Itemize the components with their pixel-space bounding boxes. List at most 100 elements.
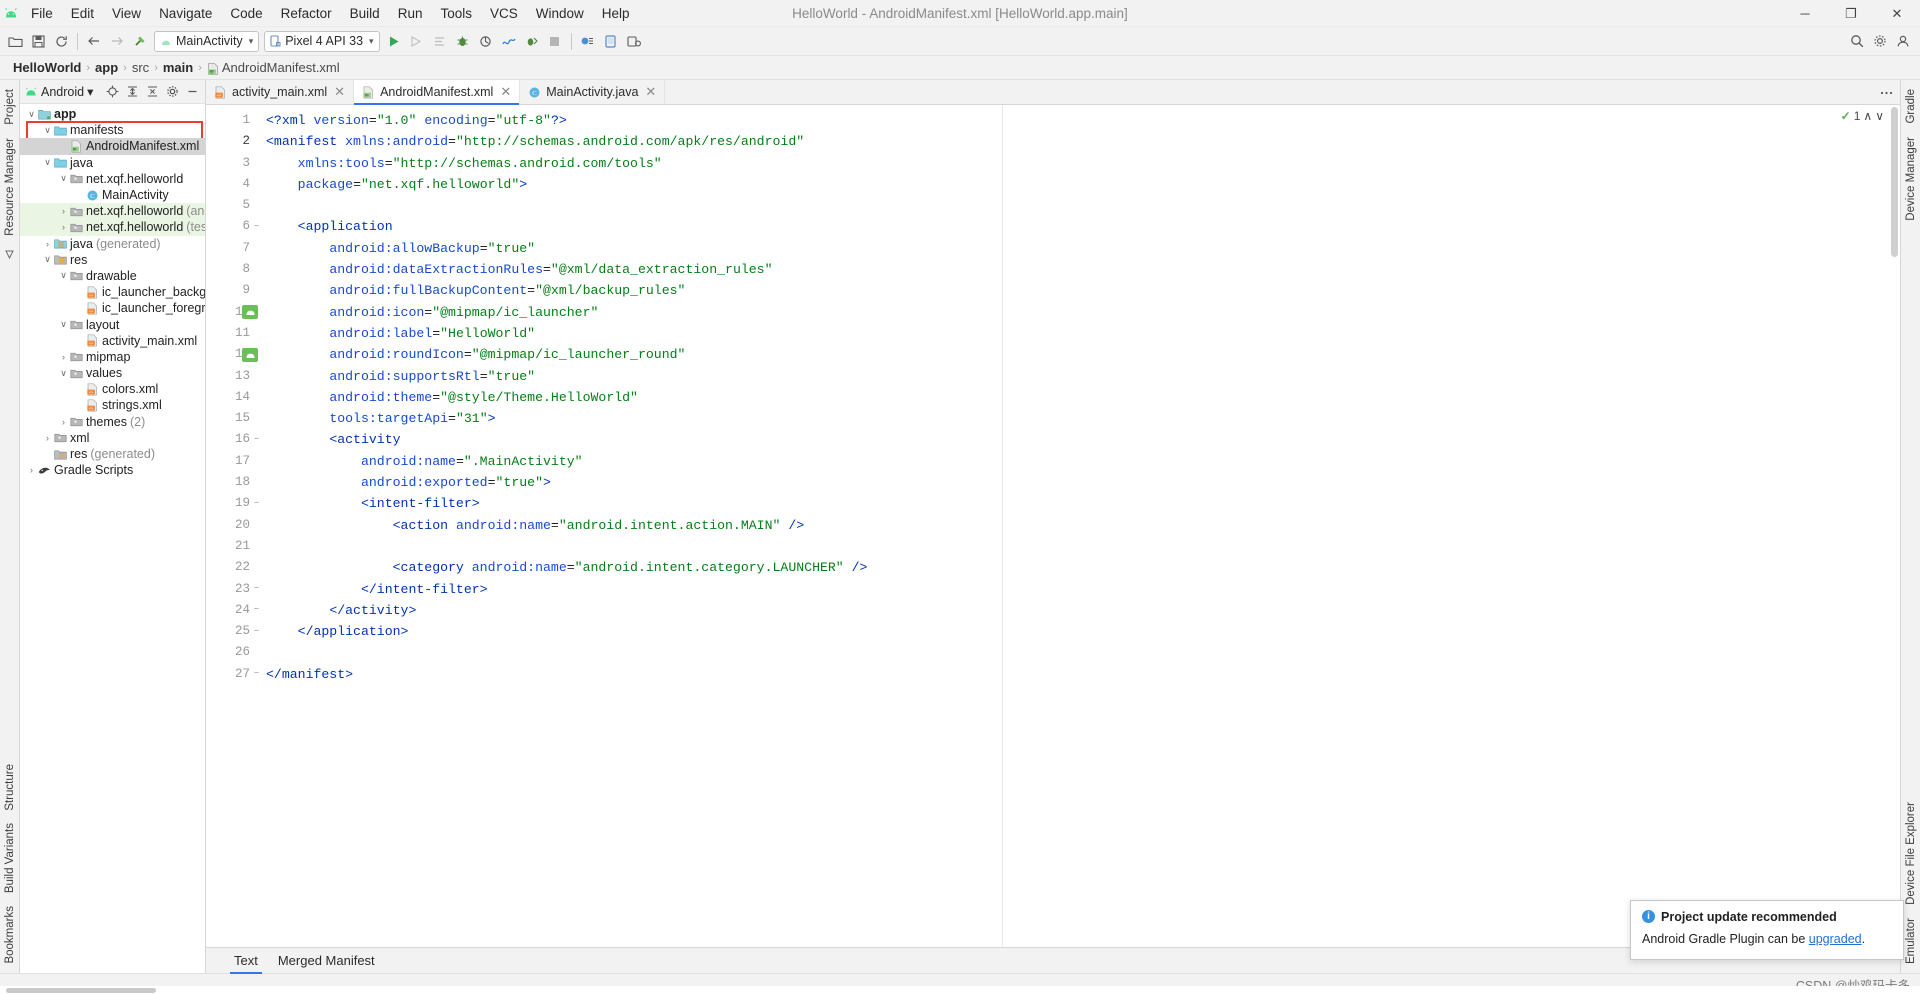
tree-item-net-xqf-helloworld[interactable]: ∨ net.xqf.helloworld [20, 171, 205, 187]
project-tree-hscrollbar[interactable] [0, 986, 1920, 995]
chevron-right-icon[interactable]: › [58, 352, 69, 362]
expand-all-icon[interactable] [123, 83, 141, 101]
menu-edit[interactable]: Edit [62, 0, 103, 26]
line-number-gutter[interactable]: 123456−78910111213141516−171819−20212223… [206, 105, 262, 947]
device-manager-icon[interactable] [623, 30, 645, 53]
back-arrow-icon[interactable] [83, 30, 105, 53]
tree-item-mainactivity[interactable]: C MainActivity [20, 187, 205, 203]
inspection-prev-icon[interactable]: ∧ [1863, 109, 1872, 123]
tree-item-res[interactable]: ∨ res [20, 252, 205, 268]
code-fold-icon[interactable]: − [252, 605, 261, 615]
tree-item-manifests[interactable]: ∨ manifests [20, 122, 205, 138]
code-line[interactable]: android:theme="@style/Theme.HelloWorld" [262, 387, 1900, 408]
tree-item-activity-main-xml[interactable]: <> activity_main.xml [20, 333, 205, 349]
stop-icon[interactable] [544, 30, 566, 53]
code-line[interactable]: </activity> [262, 600, 1900, 621]
sidebar-item-emulator[interactable]: Emulator [1903, 913, 1919, 969]
tree-item-xml[interactable]: › xml [20, 430, 205, 446]
code-line[interactable]: android:dataExtractionRules="@xml/data_e… [262, 259, 1900, 280]
inspection-next-icon[interactable]: ∨ [1875, 109, 1884, 123]
select-opened-file-icon[interactable] [103, 83, 121, 101]
account-icon[interactable] [1892, 30, 1914, 53]
code-line[interactable]: xmlns:tools="http://schemas.android.com/… [262, 153, 1900, 174]
code-line[interactable]: </intent-filter> [262, 579, 1900, 600]
chevron-right-icon[interactable]: › [42, 239, 53, 249]
chevron-down-icon[interactable]: ∨ [42, 254, 53, 265]
breadcrumb-project[interactable]: HelloWorld [8, 60, 86, 75]
chevron-right-icon[interactable]: › [58, 206, 69, 216]
save-all-icon[interactable] [27, 30, 49, 53]
editor-tab-mainactivity-java[interactable]: C MainActivity.java ✕ [520, 80, 666, 104]
tree-item-mipmap[interactable]: › mipmap [20, 349, 205, 365]
code-line[interactable]: <?xml version="1.0" encoding="utf-8"?> [262, 110, 1900, 131]
chevron-right-icon[interactable]: › [42, 433, 53, 443]
resource-preview-icon[interactable] [242, 305, 258, 320]
device-selector[interactable]: Pixel 4 API 33 ▾ [264, 30, 380, 52]
chevron-down-icon[interactable]: ∨ [58, 368, 69, 379]
close-icon[interactable]: ✕ [334, 84, 345, 100]
profiler-icon[interactable] [498, 30, 520, 53]
chevron-down-icon[interactable]: ∨ [58, 270, 69, 281]
chevron-down-icon[interactable]: ∨ [58, 319, 69, 330]
tree-item-ic-launcher-foreground[interactable]: <>ic_launcher_foreground [20, 300, 205, 316]
code-fold-icon[interactable]: − [252, 499, 261, 508]
gear-icon[interactable] [1869, 30, 1891, 53]
search-icon[interactable] [1846, 30, 1868, 53]
tree-item-strings-xml[interactable]: <> strings.xml [20, 397, 205, 413]
debug-icon[interactable] [452, 30, 474, 53]
tree-item-gradle-scripts[interactable]: › Gradle Scripts [20, 462, 205, 478]
attach-debugger-icon[interactable] [521, 30, 543, 53]
tree-item-androidmanifest-xml[interactable]: MF AndroidManifest.xml [20, 138, 205, 155]
chevron-down-icon[interactable]: ∨ [26, 109, 37, 120]
code-line[interactable]: package="net.xqf.helloworld"> [262, 174, 1900, 195]
code-line[interactable]: android:icon="@mipmap/ic_launcher" [262, 302, 1900, 323]
chevron-down-icon[interactable]: ∨ [42, 125, 53, 136]
close-icon[interactable]: ✕ [500, 84, 511, 100]
menu-tools[interactable]: Tools [431, 0, 481, 26]
sdk-manager-icon[interactable] [577, 30, 599, 53]
code-line[interactable]: </manifest> [262, 664, 1900, 685]
hide-panel-icon[interactable] [183, 83, 201, 101]
sidebar-item-gradle[interactable]: Gradle [1903, 84, 1919, 129]
code-content[interactable]: <?xml version="1.0" encoding="utf-8"?> <m… [262, 105, 1900, 947]
tree-item-java[interactable]: › java (generated) [20, 236, 205, 252]
sidebar-item-structure[interactable]: Structure [2, 759, 18, 816]
editor-vertical-scrollbar[interactable] [1888, 105, 1900, 947]
close-icon[interactable]: ✕ [645, 84, 656, 100]
code-fold-icon[interactable]: − [252, 435, 261, 445]
editor-bottom-tab-text[interactable]: Text [224, 948, 268, 974]
minimize-button[interactable]: ─ [1782, 0, 1828, 27]
resource-preview-icon[interactable] [242, 347, 258, 362]
code-line[interactable] [262, 536, 1900, 557]
code-editor[interactable]: 123456−78910111213141516−171819−20212223… [206, 105, 1900, 947]
code-fold-icon[interactable]: − [252, 222, 261, 232]
breadcrumb-main[interactable]: main [158, 60, 198, 75]
chevron-down-icon[interactable]: ∨ [58, 173, 69, 184]
breadcrumb-src[interactable]: src [127, 60, 154, 75]
sync-gradle-icon[interactable] [50, 30, 72, 53]
menu-file[interactable]: File [22, 0, 62, 26]
ant-icon[interactable] [2, 244, 17, 265]
editor-tab-options-icon[interactable] [1879, 80, 1894, 105]
menu-window[interactable]: Window [527, 0, 593, 26]
apply-changes-icon[interactable] [406, 30, 428, 53]
tree-item-layout[interactable]: ∨ layout [20, 316, 205, 332]
code-line[interactable] [262, 642, 1900, 663]
menu-refactor[interactable]: Refactor [272, 0, 341, 26]
build-hammer-icon[interactable] [129, 30, 151, 53]
code-line[interactable]: android:name=".MainActivity" [262, 451, 1900, 472]
code-line[interactable]: <application [262, 216, 1900, 237]
breadcrumb-module[interactable]: app [90, 60, 123, 75]
menu-view[interactable]: View [103, 0, 150, 26]
editor-tab-androidmanifest-xml[interactable]: MF AndroidManifest.xml ✕ [354, 80, 521, 105]
sidebar-item-bookmarks[interactable]: Bookmarks [2, 901, 18, 969]
tree-item-drawable[interactable]: ∨ drawable [20, 268, 205, 284]
close-button[interactable]: ✕ [1874, 0, 1920, 27]
code-line[interactable]: android:allowBackup="true" [262, 238, 1900, 259]
upgrade-link[interactable]: upgraded [1809, 932, 1862, 946]
sidebar-item-device-manager[interactable]: Device Manager [1903, 132, 1919, 226]
forward-arrow-icon[interactable] [106, 30, 128, 53]
tree-item-net-xqf-helloworld[interactable]: › net.xqf.helloworld(androidTest) [20, 203, 205, 220]
chevron-right-icon[interactable]: › [58, 417, 69, 427]
code-line[interactable]: tools:targetApi="31"> [262, 408, 1900, 429]
